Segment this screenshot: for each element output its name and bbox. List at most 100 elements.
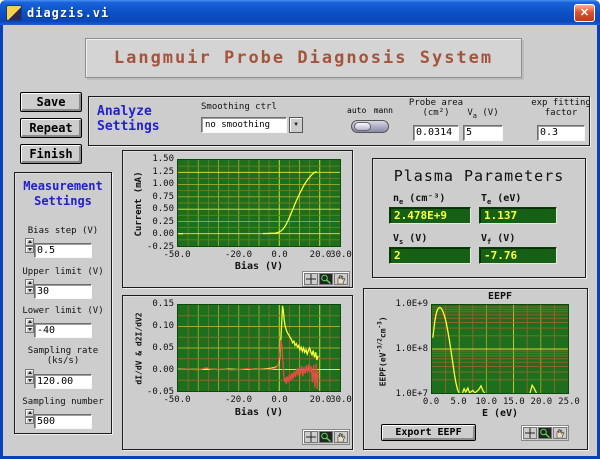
- te-value: 1.137: [479, 207, 557, 224]
- x-tick-label: 20.0: [531, 397, 553, 407]
- x-tick-label: 15.0: [503, 397, 525, 407]
- eepf-chart-title: EEPF: [431, 291, 569, 302]
- sampling-rate-spinner: [25, 369, 34, 384]
- pan-tool-button[interactable]: [553, 427, 567, 439]
- spinner-down-icon[interactable]: [25, 326, 34, 334]
- x-tick-label: 30.0: [330, 250, 352, 260]
- header-plate: Langmuir Probe Diagnosis System: [85, 38, 522, 78]
- toggle-knob: [354, 122, 371, 131]
- lower-limit-input[interactable]: [34, 323, 92, 338]
- vf-value: -7.76: [479, 247, 557, 264]
- spinner-up-icon[interactable]: [25, 279, 34, 287]
- zoom-tool-button[interactable]: [538, 427, 552, 439]
- sampling-rate-label: Sampling rate (ks/s): [15, 346, 111, 366]
- x-tick-label: 0.0: [423, 397, 439, 407]
- sampling-number-label: Sampling number: [15, 397, 111, 407]
- eepf-chart-panel: EEPF EEPF(eV-3/2cm-3) 1.0E+91.0E+81.0E+7…: [363, 288, 588, 450]
- spinner-up-icon[interactable]: [25, 318, 34, 326]
- x-tick-label: -50.0: [163, 250, 190, 260]
- x-tick-label: 20.0: [310, 395, 332, 405]
- eepf-y-ticks: 1.0E+91.0E+81.0E+7: [392, 304, 429, 394]
- y-tick-label: 0.50: [152, 204, 174, 214]
- vs-value: 2: [389, 247, 471, 264]
- y-tick-label: 1.50: [152, 154, 174, 164]
- client-area: Langmuir Probe Diagnosis System Save Rep…: [3, 25, 597, 456]
- y-tick-label: 0.15: [152, 299, 174, 309]
- y-tick-label: 0.25: [152, 217, 174, 227]
- iv-chart-panel: Current (mA) 1.501.251.000.750.500.250.0…: [122, 150, 353, 288]
- bias-step-label: Bias step (V): [15, 226, 111, 236]
- save-button[interactable]: Save: [20, 92, 82, 112]
- y-tick-label: 0.05: [152, 343, 174, 353]
- app-window: diagzis.vi ✕ Langmuir Probe Diagnosis Sy…: [0, 0, 600, 459]
- hand-icon: [335, 432, 347, 442]
- pan-tool-button[interactable]: [334, 273, 348, 285]
- va-input[interactable]: [463, 125, 503, 141]
- repeat-button[interactable]: Repeat: [20, 118, 82, 138]
- bias-step-input[interactable]: [34, 243, 92, 258]
- upper-limit-input[interactable]: [34, 284, 92, 299]
- measurement-settings-title: Measurement Settings: [15, 179, 111, 209]
- eepf-plot: [431, 304, 569, 394]
- hand-icon: [554, 428, 566, 438]
- finish-button[interactable]: Finish: [20, 144, 82, 164]
- pan-tool-button[interactable]: [334, 431, 348, 443]
- spinner-up-icon[interactable]: [25, 238, 34, 246]
- lower-limit-spinner: [25, 318, 34, 333]
- measurement-settings-panel: Measurement Settings Bias step (V) Upper…: [14, 172, 112, 434]
- cursor-tool-button[interactable]: [304, 273, 318, 285]
- eepf-x-axis-label: E (eV): [431, 408, 569, 419]
- cursor-tool-button[interactable]: [304, 431, 318, 443]
- zoom-tool-button[interactable]: [319, 431, 333, 443]
- sampling-rate-input[interactable]: [34, 374, 92, 389]
- export-eepf-button[interactable]: Export EEPF: [381, 424, 476, 441]
- smoothing-dropdown[interactable]: no smoothing: [201, 117, 287, 133]
- plasma-parameters-panel: Plasma Parameters ne (cm⁻³) Te (eV) 2.47…: [372, 158, 586, 278]
- x-tick-label: 25.0: [558, 397, 580, 407]
- x-tick-label: -20.0: [225, 395, 252, 405]
- magnifier-icon: [320, 274, 332, 284]
- zoom-tool-button[interactable]: [319, 273, 333, 285]
- spinner-down-icon[interactable]: [25, 377, 34, 385]
- spinner-up-icon[interactable]: [25, 409, 34, 417]
- te-label: Te (eV): [481, 193, 521, 206]
- app-icon: [6, 5, 22, 21]
- y-tick-label: 1.00: [152, 179, 174, 189]
- auto-mann-toggle[interactable]: [351, 120, 389, 133]
- spinner-down-icon[interactable]: [25, 287, 34, 295]
- sampling-number-spinner: [25, 409, 34, 424]
- ne-label: ne (cm⁻³): [393, 193, 445, 206]
- exp-fitting-input[interactable]: [537, 125, 585, 141]
- vs-label: Vs (V): [393, 233, 427, 246]
- mann-label: mann: [374, 106, 393, 115]
- sampling-rate-field: [25, 369, 92, 384]
- y-tick-label: 1.0E+9: [395, 299, 428, 309]
- y-tick-label: 0.00: [152, 229, 174, 239]
- iv-plot: [177, 159, 341, 247]
- sampling-number-input[interactable]: [34, 414, 92, 429]
- graph-palette: [302, 271, 350, 287]
- chevron-down-icon: ▼: [294, 121, 298, 128]
- spinner-up-icon[interactable]: [25, 369, 34, 377]
- probe-area-input[interactable]: [413, 125, 459, 141]
- x-tick-label: 10.0: [475, 397, 497, 407]
- x-tick-label: 30.0: [330, 395, 352, 405]
- y-tick-label: 0.10: [152, 321, 174, 331]
- crosshair-icon: [524, 428, 536, 438]
- exp-fitting-field-wrap: [537, 120, 585, 136]
- title-bar: diagzis.vi ✕: [0, 0, 600, 25]
- probe-area-field-wrap: [413, 120, 459, 136]
- y-tick-label: 0.00: [152, 365, 174, 375]
- plasma-parameters-title: Plasma Parameters: [373, 167, 585, 185]
- bias-step-field: [25, 238, 92, 253]
- smoothing-dropdown-button[interactable]: ▼: [289, 117, 303, 133]
- magnifier-icon: [539, 428, 551, 438]
- spinner-down-icon[interactable]: [25, 417, 34, 425]
- x-tick-label: 5.0: [450, 397, 466, 407]
- close-button[interactable]: ✕: [574, 4, 595, 22]
- page-title: Langmuir Probe Diagnosis System: [114, 48, 493, 68]
- cursor-tool-button[interactable]: [523, 427, 537, 439]
- spinner-down-icon[interactable]: [25, 246, 34, 254]
- upper-limit-spinner: [25, 279, 34, 294]
- derivative-y-ticks: 0.150.100.050.00-0.05: [143, 304, 175, 392]
